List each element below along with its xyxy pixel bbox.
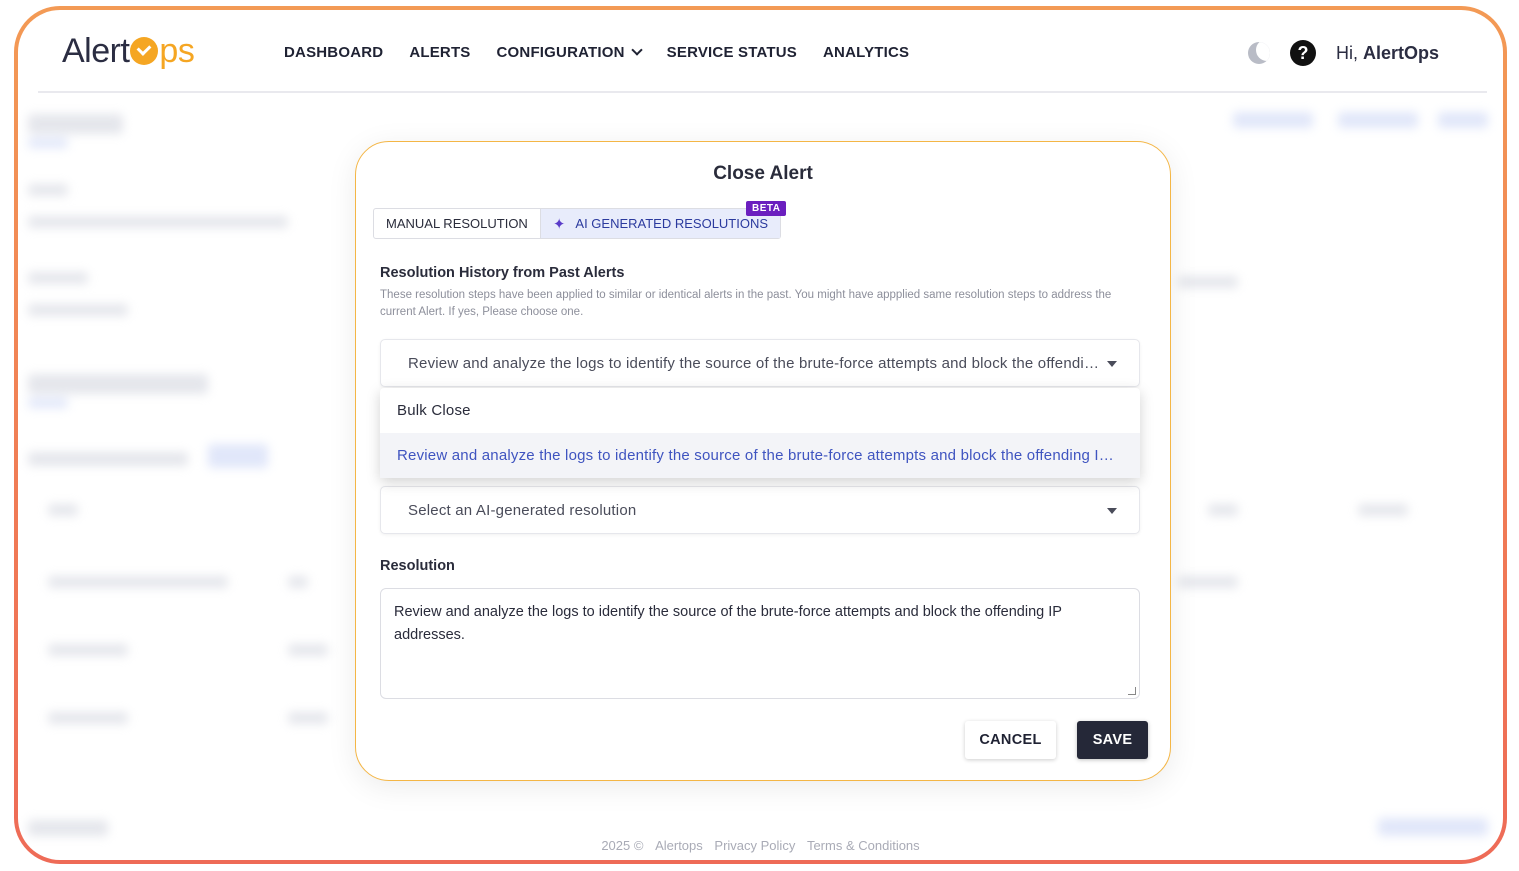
nav-configuration[interactable]: CONFIGURATION (496, 43, 643, 61)
resolution-label: Resolution (380, 558, 455, 574)
caret-down-icon (1107, 508, 1117, 514)
footer: 2025 © Alertops Privacy Policy Terms & C… (18, 838, 1503, 853)
user-name: AlertOps (1362, 42, 1439, 63)
resolution-textarea[interactable]: Review and analyze the logs to identify … (380, 588, 1140, 699)
history-selected-value: Review and analyze the logs to identify … (408, 354, 1099, 372)
history-description: These resolution steps have been applied… (380, 289, 1112, 318)
header-tools: ? Hi, AlertOps (1247, 40, 1439, 66)
beta-badge: BETA (746, 201, 787, 216)
help-icon[interactable]: ? (1289, 40, 1316, 66)
navbar-divider (38, 91, 1487, 93)
resize-handle-icon[interactable] (1128, 687, 1136, 695)
footer-year: 2025 © (601, 838, 644, 853)
history-resolution-select[interactable]: Review and analyze the logs to identify … (380, 339, 1140, 387)
tab-manual-resolution[interactable]: MANUAL RESOLUTION (374, 209, 540, 238)
dropdown-option-bulk-close[interactable]: Bulk Close (380, 388, 1140, 433)
top-navbar: Alert ps DASHBOARD ALERTS CONFIGURATION S… (18, 10, 1503, 92)
nav-label: CONFIGURATION (496, 44, 625, 61)
cancel-button[interactable]: CANCEL (965, 721, 1056, 759)
nav-label: ALERTS (409, 44, 471, 61)
dropdown-option-review-logs[interactable]: Review and analyze the logs to identify … (380, 433, 1140, 478)
footer-privacy-link[interactable]: Privacy Policy (714, 838, 795, 853)
nav-label: ANALYTICS (823, 44, 910, 61)
main-nav: DASHBOARD ALERTS CONFIGURATION SERVICE S… (284, 43, 909, 61)
greeting-text: Hi, (1335, 42, 1358, 63)
nav-label: SERVICE STATUS (666, 44, 797, 61)
option-label: Review and analyze the logs to identify … (397, 447, 1120, 464)
nav-alerts[interactable]: ALERTS (409, 44, 470, 61)
alertops-logo[interactable]: Alert ps (62, 32, 195, 71)
tab-label: MANUAL RESOLUTION (386, 216, 528, 231)
history-section-title: Resolution History from Past Alerts (380, 265, 625, 281)
option-label: Bulk Close (397, 402, 471, 419)
ai-select-placeholder: Select an AI-generated resolution (408, 501, 637, 519)
sparkle-icon: ✦ (552, 215, 566, 233)
tab-ai-generated-resolutions[interactable]: ✦ AI GENERATED RESOLUTIONS (539, 209, 781, 238)
help-glyph: ? (1297, 42, 1309, 63)
ai-resolution-select[interactable]: Select an AI-generated resolution (380, 486, 1140, 534)
tab-label: AI GENERATED RESOLUTIONS (575, 216, 769, 231)
user-greeting[interactable]: Hi, AlertOps (1336, 43, 1439, 64)
nav-dashboard[interactable]: DASHBOARD (284, 44, 383, 61)
logo-text-right: ps (159, 32, 195, 70)
close-alert-modal: Close Alert MANUAL RESOLUTION ✦ AI GENERA… (355, 141, 1171, 781)
logo-check-icon (130, 37, 159, 65)
footer-terms-link[interactable]: Terms & Conditions (807, 838, 920, 853)
resolution-text: Review and analyze the logs to identify … (394, 604, 1062, 643)
chevron-down-icon (631, 43, 643, 56)
save-button[interactable]: SAVE (1077, 721, 1148, 759)
caret-down-icon (1107, 361, 1117, 367)
nav-service-status[interactable]: SERVICE STATUS (667, 44, 797, 61)
app-screen: Alert ps DASHBOARD ALERTS CONFIGURATION S… (18, 10, 1503, 860)
device-frame: Alert ps DASHBOARD ALERTS CONFIGURATION S… (14, 6, 1507, 864)
nav-analytics[interactable]: ANALYTICS (823, 44, 909, 61)
logo-text-left: Alert (62, 32, 130, 70)
resolution-tabs: MANUAL RESOLUTION ✦ AI GENERATED RESOLUTI… (373, 208, 782, 239)
history-dropdown-menu: Bulk Close Review and analyze the logs t… (380, 388, 1140, 478)
moon-icon[interactable] (1247, 42, 1270, 64)
modal-title: Close Alert (713, 163, 813, 184)
footer-company-link[interactable]: Alertops (655, 838, 703, 853)
nav-label: DASHBOARD (284, 44, 384, 61)
